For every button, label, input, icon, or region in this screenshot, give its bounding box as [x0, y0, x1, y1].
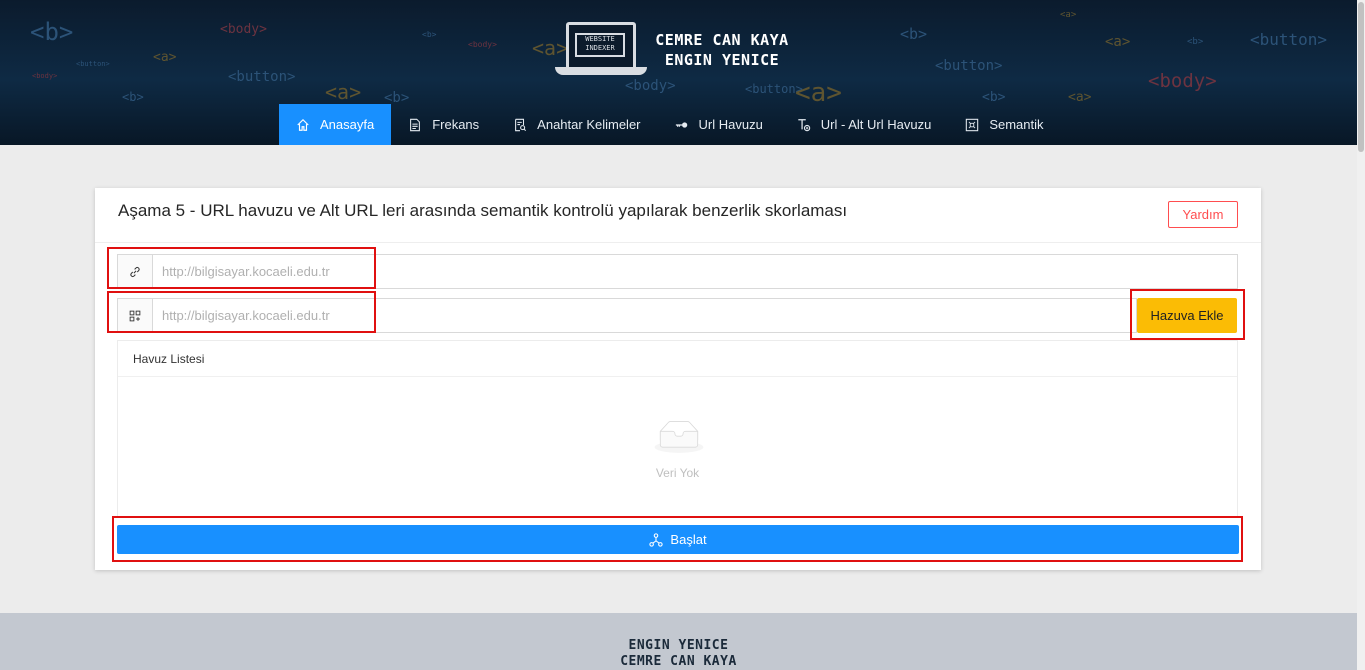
laptop-icon: WEBSITE INDEXER	[566, 22, 636, 70]
pool-title: Havuz Listesi	[133, 352, 205, 366]
main-nav: Anasayfa Frekans Anahtar Kelimeler Url H…	[279, 104, 1061, 145]
decor-tag: <body>	[1148, 70, 1217, 92]
page-scrollbar[interactable]	[1357, 0, 1365, 670]
author-name: CEMRE CAN KAYA	[620, 654, 737, 669]
deployment-unit-icon	[649, 532, 664, 547]
decor-tag: <b>	[30, 18, 74, 46]
logo-text: WEBSITE INDEXER	[575, 33, 625, 57]
decor-tag: <body>	[468, 40, 497, 49]
nav-label: Frekans	[432, 117, 480, 132]
empty-text: Veri Yok	[655, 466, 700, 480]
header-banner: <b> <body> <a> <button> <b> <body> <a> <…	[0, 0, 1357, 145]
sub-url-input[interactable]	[152, 299, 1136, 332]
card-header: Aşama 5 - URL havuzu ve Alt URL leri ara…	[95, 188, 1261, 243]
empty-inbox-icon	[654, 421, 704, 453]
decor-tag: <b>	[1187, 37, 1204, 47]
footer-names: ENGIN YENICE CEMRE CAN KAYA	[0, 638, 1357, 670]
start-button[interactable]: Başlat	[117, 525, 1239, 554]
decor-tag: <b>	[422, 30, 437, 39]
laptop-base	[555, 67, 647, 75]
nav-item-frekans[interactable]: Frekans	[391, 104, 496, 145]
sub-url-addon	[118, 299, 153, 332]
nav-label: Anahtar Kelimeler	[537, 117, 641, 132]
help-button[interactable]: Yardım	[1168, 201, 1238, 228]
url-input[interactable]	[152, 255, 1237, 288]
nav-item-anasayfa[interactable]: Anasayfa	[279, 104, 392, 145]
author-name: CEMRE CAN KAYA	[655, 31, 789, 49]
nav-item-anahtar-kelimeler[interactable]: Anahtar Kelimeler	[496, 104, 657, 145]
file-search-icon	[515, 118, 527, 131]
page-title: Aşama 5 - URL havuzu ve Alt URL leri ara…	[118, 201, 848, 220]
decor-tag: <a>	[1068, 90, 1092, 105]
decor-tag: <a>	[1060, 10, 1077, 20]
nav-label: Semantik	[989, 117, 1044, 132]
decor-tag: <a>	[153, 50, 177, 65]
url-addon	[118, 255, 153, 288]
decor-tag: <button>	[76, 60, 110, 68]
decor-tag: <button>	[935, 58, 1003, 74]
decor-tag: <body>	[32, 72, 58, 80]
command-icon	[966, 118, 979, 131]
decor-tag: <a>	[1105, 34, 1131, 50]
semantic-card: Aşama 5 - URL havuzu ve Alt URL leri ara…	[95, 188, 1261, 570]
pool-header: Havuz Listesi	[118, 341, 1237, 377]
author-names: CEMRE CAN KAYA ENGIN YENICE	[647, 30, 797, 70]
key-icon	[675, 121, 687, 128]
nav-label: Url Havuzu	[698, 117, 763, 132]
sub-url-input-group	[117, 298, 1137, 333]
decor-tag: <body>	[220, 22, 267, 37]
pool-list: Havuz Listesi Veri Yok	[117, 340, 1238, 518]
scrollbar-thumb[interactable]	[1358, 2, 1364, 152]
nav-item-url-havuzu[interactable]: Url Havuzu	[658, 104, 780, 145]
link-icon	[130, 266, 140, 277]
home-icon	[297, 118, 309, 131]
url-input-group	[117, 254, 1238, 289]
appstore-add-icon	[129, 310, 141, 321]
file-icon	[410, 118, 421, 131]
nav-item-url-alt-url-havuzu[interactable]: Url - Alt Url Havuzu	[780, 104, 949, 145]
add-to-pool-button[interactable]: Hazuva Ekle	[1137, 298, 1237, 333]
decor-tag: <button>	[1250, 30, 1328, 49]
author-name: ENGIN YENICE	[628, 638, 729, 653]
decor-tag: <button>	[228, 69, 296, 85]
author-name: ENGIN YENICE	[664, 51, 780, 69]
start-label: Başlat	[670, 532, 707, 547]
site-logo[interactable]: WEBSITE INDEXER CEMRE CAN KAYA ENGIN YEN…	[555, 20, 815, 82]
decor-tag: <b>	[122, 90, 144, 104]
nav-label: Anasayfa	[320, 117, 375, 132]
nav-label: Url - Alt Url Havuzu	[820, 117, 932, 132]
text-add-icon	[798, 118, 811, 131]
nav-item-semantik[interactable]: Semantik	[948, 104, 1060, 145]
footer: ENGIN YENICE CEMRE CAN KAYA	[0, 613, 1357, 670]
decor-tag: <a>	[325, 80, 362, 104]
decor-tag: <b>	[900, 25, 928, 43]
decor-tag: <b>	[982, 90, 1006, 105]
